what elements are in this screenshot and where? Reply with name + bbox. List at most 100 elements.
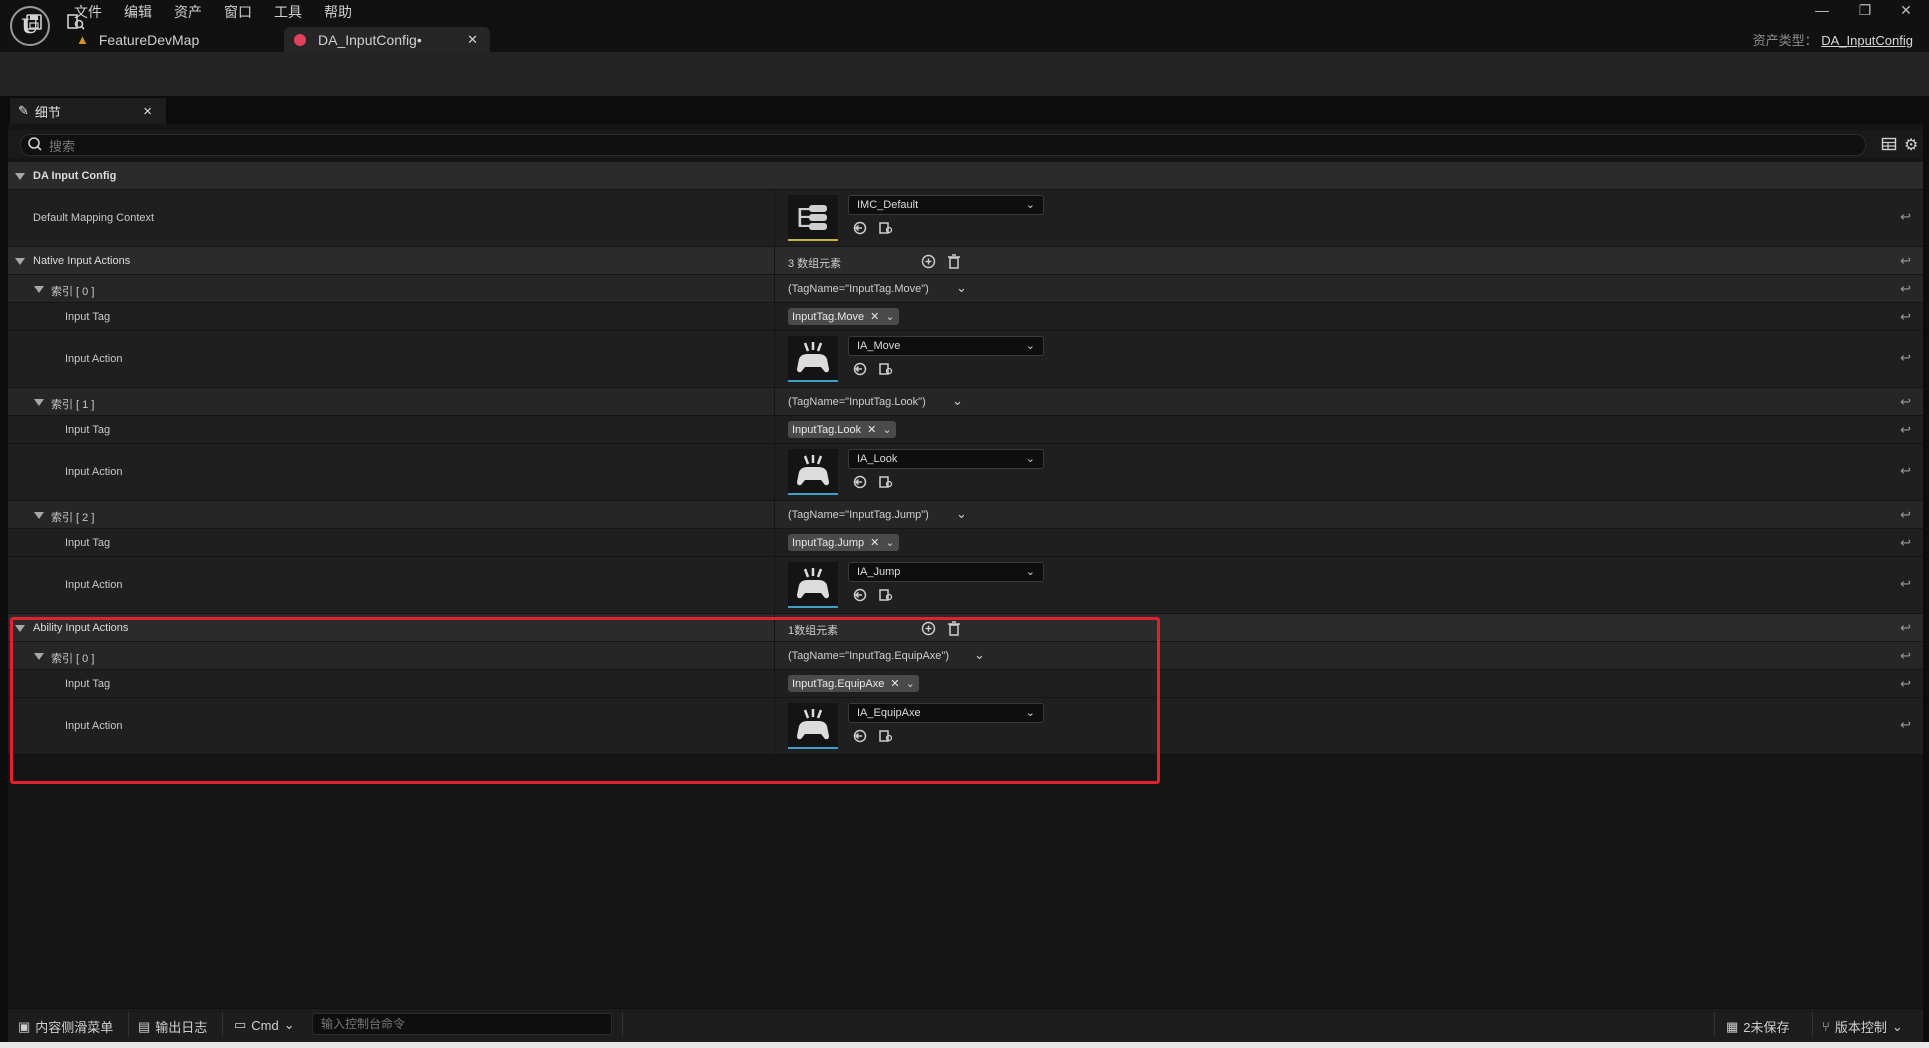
add-element-icon[interactable] bbox=[920, 253, 936, 269]
search-input[interactable] bbox=[47, 136, 1751, 156]
reset-to-default-icon[interactable]: ↩ bbox=[1900, 422, 1911, 438]
tab-da-inputconfig[interactable]: DA_InputConfig• ✕ bbox=[284, 27, 490, 52]
struct-summary: (TagName="InputTag.Move") bbox=[788, 283, 929, 295]
save-icon[interactable] bbox=[20, 8, 48, 36]
collapse-triangle-icon[interactable] bbox=[34, 286, 44, 293]
chevron-down-icon: ⌄ bbox=[1025, 340, 1035, 352]
chevron-down-icon[interactable]: ⌄ bbox=[885, 310, 894, 323]
unsaved-button[interactable]: ▦ 2未保存 bbox=[1726, 1017, 1790, 1036]
delete-trash-icon[interactable] bbox=[946, 253, 962, 269]
console-command-box[interactable] bbox=[312, 1013, 612, 1035]
property-row: Input Tag InputTag.Look ✕ ⌄ ↩ bbox=[8, 416, 1923, 444]
reset-to-default-icon[interactable]: ↩ bbox=[1900, 253, 1911, 269]
remove-tag-icon[interactable]: ✕ bbox=[870, 536, 879, 549]
input-action-gamepad-icon[interactable] bbox=[788, 562, 838, 608]
reset-to-default-icon[interactable]: ↩ bbox=[1900, 620, 1911, 636]
content-drawer-button[interactable]: ▣ 内容侧滑菜单 bbox=[18, 1017, 113, 1036]
chevron-down-icon[interactable]: ⌄ bbox=[956, 280, 967, 296]
close-window-icon[interactable]: ✕ bbox=[1896, 2, 1916, 22]
panel-tab-bar bbox=[0, 96, 1929, 124]
column-divider bbox=[774, 416, 775, 443]
collapse-triangle-icon[interactable] bbox=[34, 399, 44, 406]
browse-asset-icon[interactable] bbox=[62, 8, 90, 36]
collapse-triangle-icon[interactable] bbox=[15, 258, 25, 265]
array-row-native[interactable]: Native Input Actions 3 数组元素 ↩ bbox=[8, 247, 1923, 275]
details-panel-tab[interactable]: ✎ 细节 × bbox=[10, 98, 166, 124]
source-control-button[interactable]: ⑂ 版本控制 ⌄ bbox=[1822, 1017, 1903, 1036]
restore-icon[interactable]: ❐ bbox=[1855, 2, 1875, 22]
reset-to-default-icon[interactable]: ↩ bbox=[1900, 394, 1911, 410]
asset-type-link[interactable]: DA_InputConfig bbox=[1821, 33, 1913, 48]
settings-gear-icon[interactable]: ⚙ bbox=[1904, 135, 1918, 155]
reset-to-default-icon[interactable]: ↩ bbox=[1900, 648, 1911, 664]
tab-close-icon[interactable]: ✕ bbox=[467, 32, 478, 48]
right-border bbox=[1923, 96, 1929, 1044]
asset-name: IA_Move bbox=[857, 340, 901, 352]
column-divider bbox=[774, 275, 775, 302]
browse-folder-icon[interactable] bbox=[878, 361, 894, 377]
asset-picker-combo[interactable]: IA_Move ⌄ bbox=[848, 336, 1044, 356]
menu-edit[interactable]: 编辑 bbox=[124, 2, 152, 20]
gameplay-tag-chip[interactable]: InputTag.Jump ✕ ⌄ bbox=[788, 534, 899, 551]
asset-picker-combo[interactable]: IA_Jump ⌄ bbox=[848, 562, 1044, 582]
asset-picker-combo[interactable]: IA_Look ⌄ bbox=[848, 449, 1044, 469]
property-label: Input Action bbox=[65, 353, 123, 365]
reset-to-default-icon[interactable]: ↩ bbox=[1900, 676, 1911, 692]
asset-picker-combo[interactable]: IMC_Default ⌄ bbox=[848, 195, 1044, 215]
browse-folder-icon[interactable] bbox=[878, 587, 894, 603]
gameplay-tag-chip[interactable]: InputTag.Move ✕ ⌄ bbox=[788, 308, 899, 325]
pencil-icon: ✎ bbox=[18, 103, 29, 118]
mapping-context-thumbnail-icon[interactable]: E bbox=[788, 195, 838, 241]
use-selected-icon[interactable] bbox=[852, 474, 868, 490]
chevron-down-icon[interactable]: ⌄ bbox=[952, 393, 963, 409]
input-action-gamepad-icon[interactable] bbox=[788, 336, 838, 382]
use-selected-icon[interactable] bbox=[852, 587, 868, 603]
browse-folder-icon[interactable] bbox=[878, 220, 894, 236]
panel-title: 细节 bbox=[34, 104, 61, 120]
console-input[interactable] bbox=[319, 1014, 603, 1034]
remove-tag-icon[interactable]: ✕ bbox=[870, 310, 879, 323]
menu-help[interactable]: 帮助 bbox=[324, 2, 352, 20]
input-action-gamepad-icon[interactable] bbox=[788, 449, 838, 495]
panel-close-icon[interactable]: × bbox=[143, 103, 152, 120]
output-log-label: 输出日志 bbox=[155, 1020, 208, 1035]
menu-asset[interactable]: 资产 bbox=[174, 2, 202, 20]
array-element-row[interactable]: 索引 [ 0 ] (TagName="InputTag.Move") ⌄ ↩ bbox=[8, 275, 1923, 303]
reset-to-default-icon[interactable]: ↩ bbox=[1900, 209, 1911, 225]
reset-to-default-icon[interactable]: ↩ bbox=[1900, 576, 1911, 592]
chevron-down-icon[interactable]: ⌄ bbox=[885, 536, 894, 549]
reset-to-default-icon[interactable]: ↩ bbox=[1900, 309, 1911, 325]
tab-featuredevmap[interactable]: ▲ FeatureDevMap bbox=[76, 27, 276, 52]
search-box[interactable] bbox=[20, 134, 1866, 156]
reset-to-default-icon[interactable]: ↩ bbox=[1900, 281, 1911, 297]
reset-to-default-icon[interactable]: ↩ bbox=[1900, 507, 1911, 523]
menu-tools[interactable]: 工具 bbox=[274, 2, 302, 20]
table-view-icon[interactable] bbox=[1881, 136, 1897, 152]
gameplay-tag-chip[interactable]: InputTag.Look ✕ ⌄ bbox=[788, 421, 896, 438]
cmd-selector[interactable]: ▭ Cmd ⌄ bbox=[234, 1017, 295, 1033]
tab-label: DA_InputConfig• bbox=[318, 31, 422, 48]
output-log-button[interactable]: ▤ 输出日志 bbox=[138, 1017, 207, 1036]
struct-summary: (TagName="InputTag.Jump") bbox=[788, 509, 929, 521]
reset-to-default-icon[interactable]: ↩ bbox=[1900, 350, 1911, 366]
remove-tag-icon[interactable]: ✕ bbox=[867, 423, 876, 436]
chevron-down-icon[interactable]: ⌄ bbox=[956, 506, 967, 522]
menu-window[interactable]: 窗口 bbox=[224, 2, 252, 20]
category-row[interactable]: DA Input Config bbox=[8, 162, 1923, 190]
unsaved-label: 2未保存 bbox=[1743, 1020, 1790, 1035]
chevron-down-icon: ⌄ bbox=[283, 1017, 295, 1032]
use-selected-icon[interactable] bbox=[852, 220, 868, 236]
chevron-down-icon[interactable]: ⌄ bbox=[882, 423, 891, 436]
reset-to-default-icon[interactable]: ↩ bbox=[1900, 717, 1911, 733]
use-selected-icon[interactable] bbox=[852, 361, 868, 377]
array-element-row[interactable]: 索引 [ 1 ] (TagName="InputTag.Look") ⌄ ↩ bbox=[8, 388, 1923, 416]
minimize-icon[interactable]: — bbox=[1812, 2, 1832, 22]
status-separator bbox=[1714, 1012, 1715, 1036]
reset-to-default-icon[interactable]: ↩ bbox=[1900, 535, 1911, 551]
collapse-triangle-icon[interactable] bbox=[15, 173, 25, 180]
browse-folder-icon[interactable] bbox=[878, 474, 894, 490]
reset-to-default-icon[interactable]: ↩ bbox=[1900, 463, 1911, 479]
index-label: 索引 [ 2 ] bbox=[51, 512, 95, 524]
collapse-triangle-icon[interactable] bbox=[34, 512, 44, 519]
array-element-row[interactable]: 索引 [ 2 ] (TagName="InputTag.Jump") ⌄ ↩ bbox=[8, 501, 1923, 529]
